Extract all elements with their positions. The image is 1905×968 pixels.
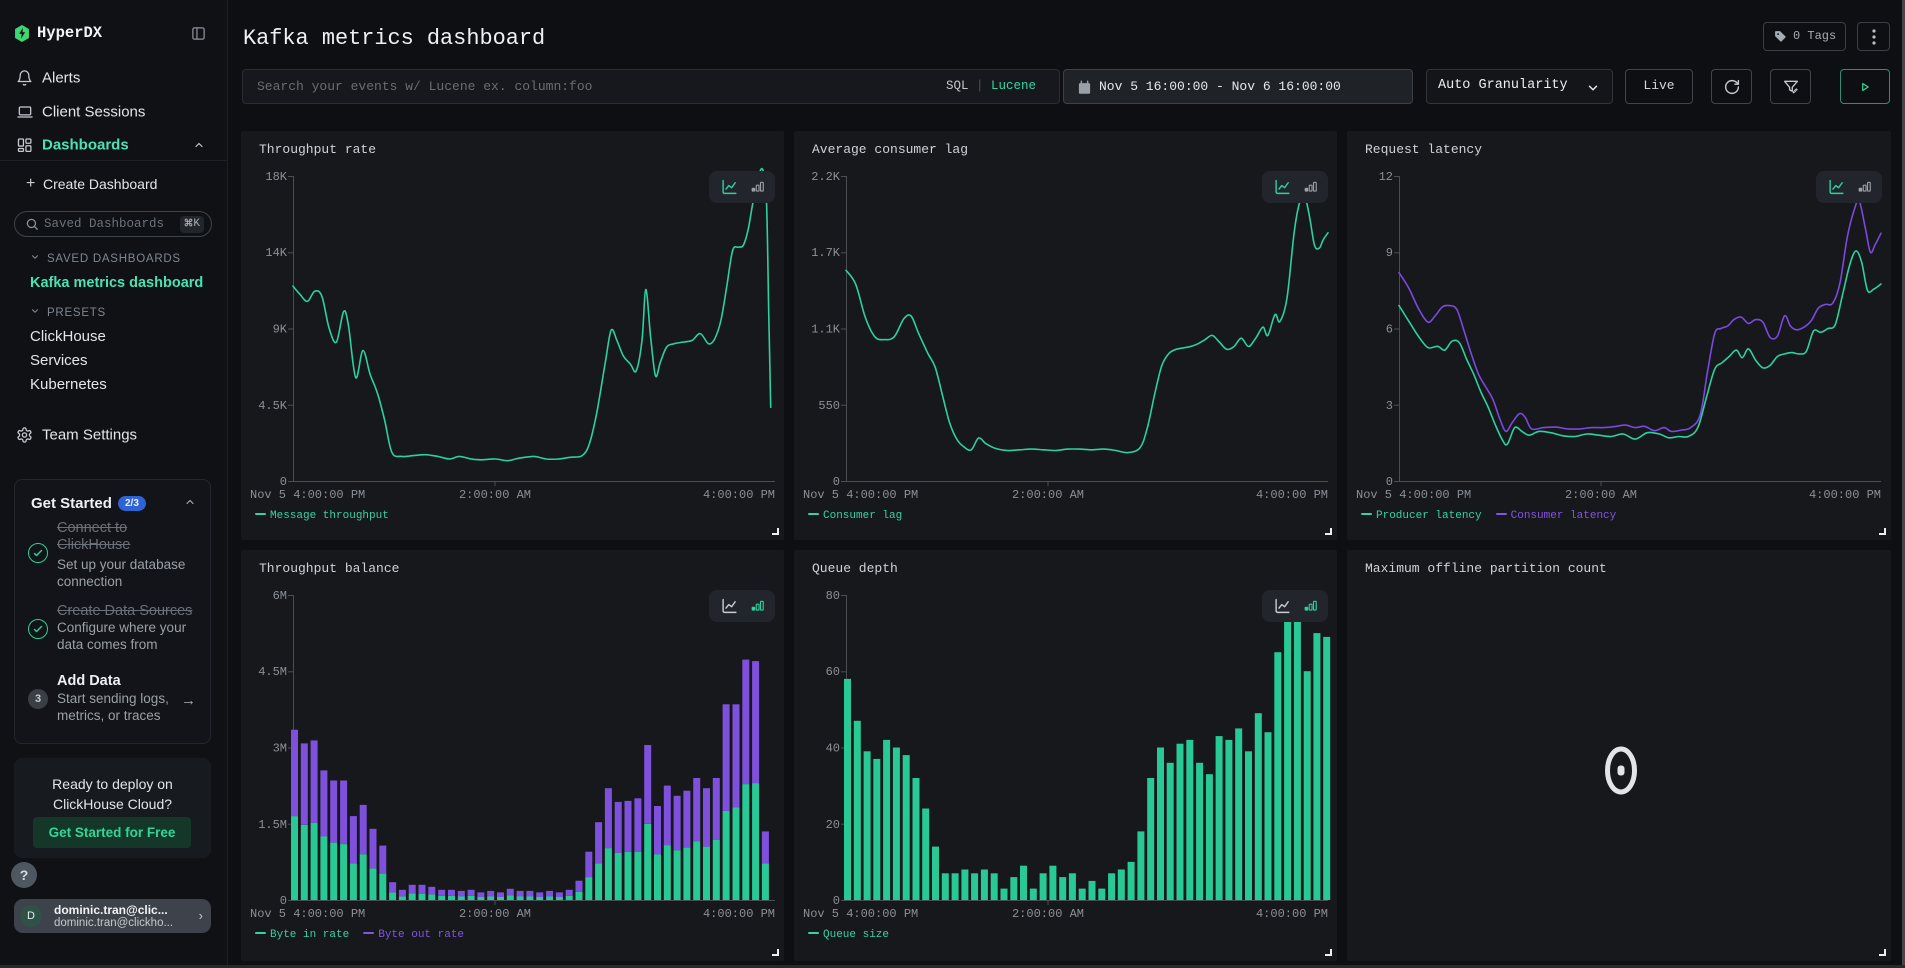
svg-text:Nov 5 4:00:00 PM: Nov 5 4:00:00 PM — [803, 907, 918, 921]
svg-text:4:00:00 PM: 4:00:00 PM — [1809, 488, 1881, 502]
svg-text:6: 6 — [1386, 323, 1393, 337]
svg-text:Nov 5 4:00:00 PM: Nov 5 4:00:00 PM — [1356, 488, 1471, 502]
svg-text:550: 550 — [818, 399, 840, 413]
svg-text:2.2K: 2.2K — [811, 170, 841, 184]
svg-text:0: 0 — [1386, 475, 1393, 489]
svg-text:9: 9 — [1386, 246, 1393, 260]
svg-text:2:00:00 AM: 2:00:00 AM — [1012, 907, 1084, 921]
svg-text:20: 20 — [826, 818, 840, 832]
svg-text:4.5M: 4.5M — [258, 665, 287, 679]
svg-text:4:00:00 PM: 4:00:00 PM — [1256, 907, 1328, 921]
svg-text:1.7K: 1.7K — [811, 246, 841, 260]
svg-text:80: 80 — [826, 589, 840, 603]
svg-text:3: 3 — [1386, 399, 1393, 413]
svg-text:0: 0 — [280, 894, 287, 908]
svg-text:1.1K: 1.1K — [811, 323, 841, 337]
svg-text:0: 0 — [280, 475, 287, 489]
svg-text:4.5K: 4.5K — [258, 399, 288, 413]
svg-text:12: 12 — [1379, 170, 1393, 184]
svg-text:60: 60 — [826, 665, 840, 679]
svg-text:2:00:00 AM: 2:00:00 AM — [459, 907, 531, 921]
svg-text:18K: 18K — [265, 170, 287, 184]
svg-text:14K: 14K — [265, 246, 287, 260]
svg-text:1.5M: 1.5M — [258, 818, 287, 832]
svg-text:0: 0 — [833, 475, 840, 489]
svg-text:2:00:00 AM: 2:00:00 AM — [459, 488, 531, 502]
svg-text:3M: 3M — [273, 742, 287, 756]
svg-text:4:00:00 PM: 4:00:00 PM — [703, 907, 775, 921]
svg-text:Nov 5 4:00:00 PM: Nov 5 4:00:00 PM — [250, 488, 365, 502]
svg-text:40: 40 — [826, 742, 840, 756]
svg-text:4:00:00 PM: 4:00:00 PM — [703, 488, 775, 502]
svg-text:Nov 5 4:00:00 PM: Nov 5 4:00:00 PM — [803, 488, 918, 502]
svg-text:9K: 9K — [273, 323, 288, 337]
svg-text:2:00:00 AM: 2:00:00 AM — [1012, 488, 1084, 502]
svg-text:0: 0 — [833, 894, 840, 908]
svg-text:Nov 5 4:00:00 PM: Nov 5 4:00:00 PM — [250, 907, 365, 921]
svg-text:2:00:00 AM: 2:00:00 AM — [1565, 488, 1637, 502]
svg-text:6M: 6M — [273, 589, 287, 603]
svg-text:4:00:00 PM: 4:00:00 PM — [1256, 488, 1328, 502]
